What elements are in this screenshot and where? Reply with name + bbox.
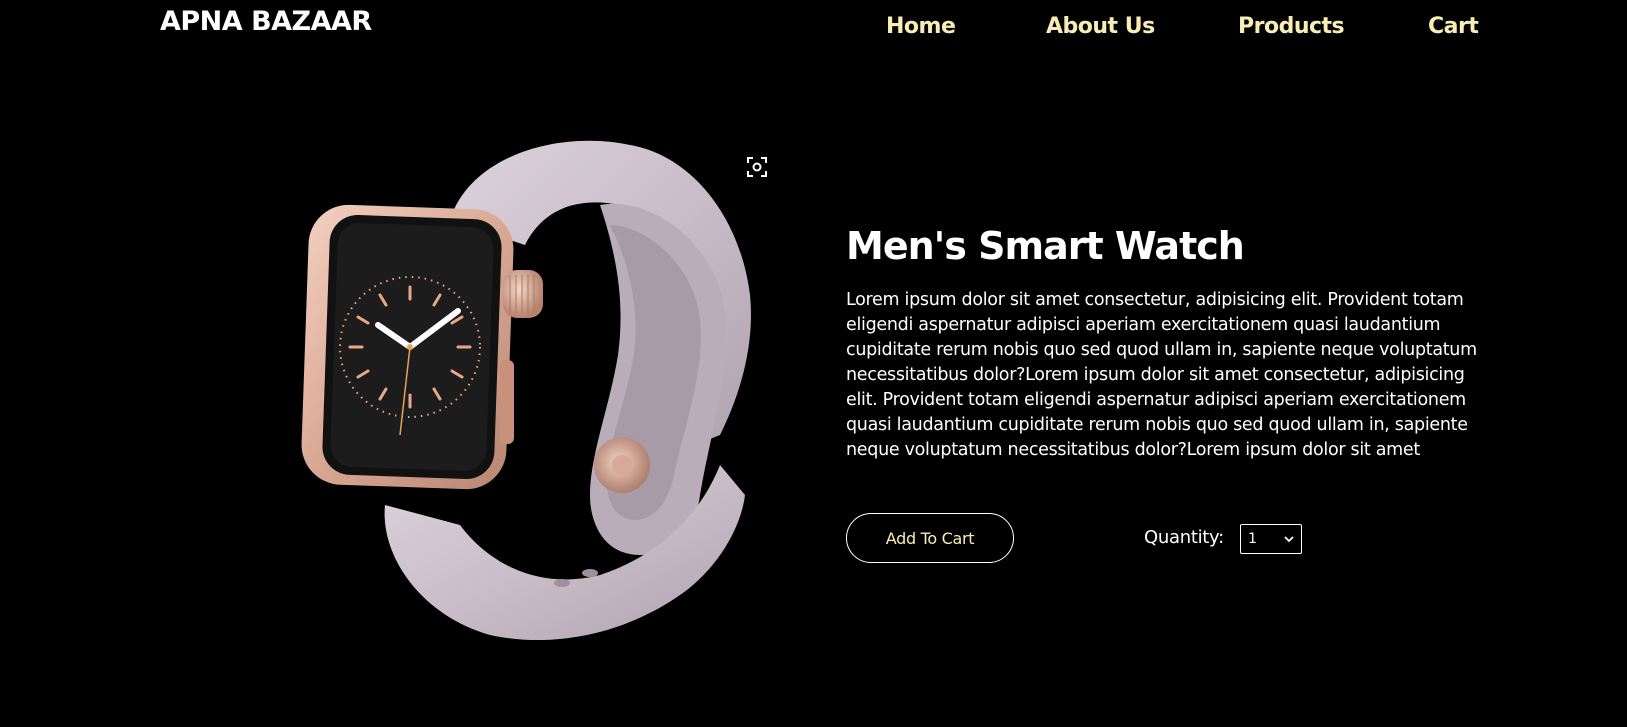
brand-logo[interactable]: APNA BAZAAR [160, 6, 372, 37]
product-page: APNA BAZAAR Home About Us Products Cart [0, 0, 1627, 727]
image-search-icon[interactable] [745, 155, 769, 179]
product-description: Lorem ipsum dolor sit amet consectetur, … [846, 290, 1477, 460]
main-nav: Home About Us Products Cart [860, 14, 1500, 48]
chevron-down-icon [1284, 536, 1294, 543]
quantity-value: 1 [1248, 531, 1257, 547]
nav-about-us[interactable]: About Us [1046, 14, 1155, 39]
product-title: Men's Smart Watch [846, 224, 1245, 268]
nav-products[interactable]: Products [1238, 14, 1345, 39]
quantity-label: Quantity: [1144, 527, 1224, 548]
nav-cart[interactable]: Cart [1428, 14, 1479, 39]
nav-home[interactable]: Home [886, 14, 956, 39]
quantity-select[interactable]: 1 [1240, 524, 1302, 554]
add-to-cart-button[interactable]: Add To Cart [846, 513, 1014, 563]
smart-watch-image [300, 135, 770, 645]
